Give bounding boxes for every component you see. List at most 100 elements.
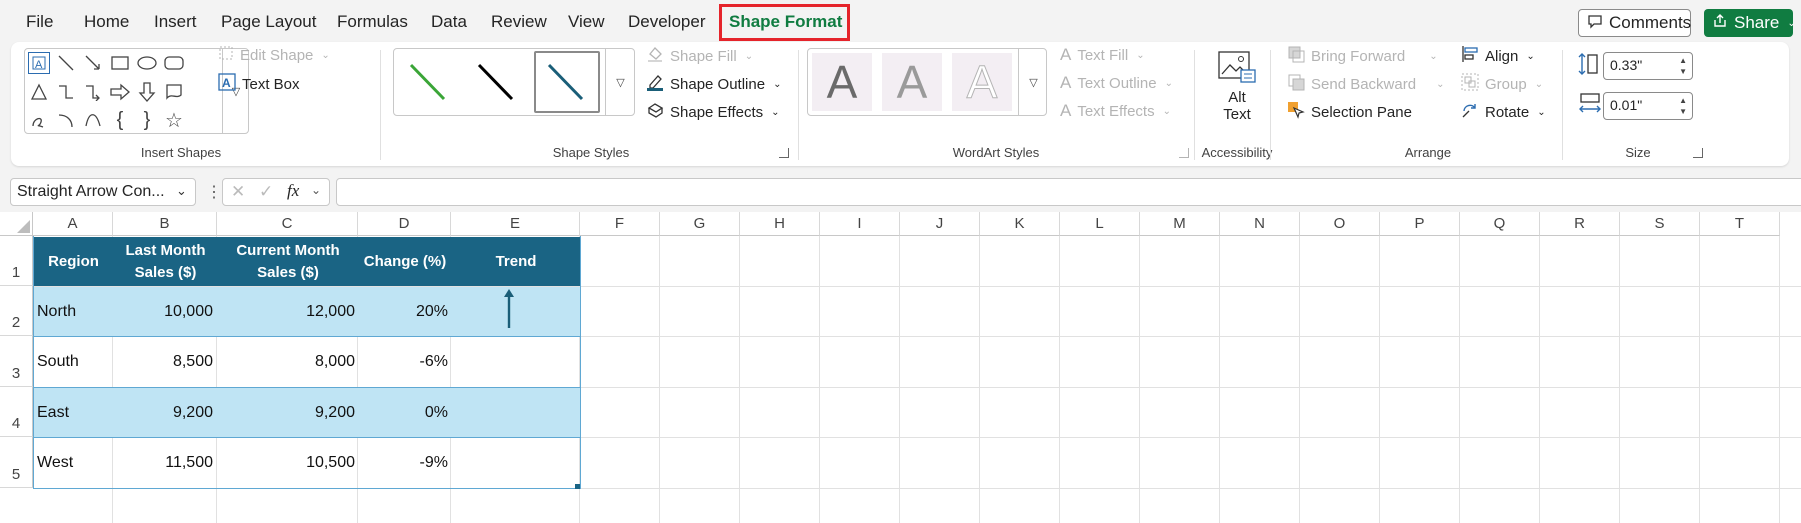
elbow-connector-icon[interactable] (55, 81, 77, 103)
shape-style-swatch[interactable] (464, 51, 530, 113)
cell-region[interactable]: North (37, 287, 76, 336)
wordart-styles-gallery[interactable]: A A A ▽ (807, 48, 1047, 116)
cell-current-month[interactable]: 12,000 (218, 287, 355, 336)
group-button[interactable]: Group ⌄ (1461, 73, 1543, 95)
wordart-style-swatch[interactable]: A (952, 53, 1012, 111)
cell-change[interactable]: -6% (359, 337, 448, 387)
wordart-style-swatch[interactable]: A (812, 53, 872, 111)
shape-style-swatch[interactable] (396, 51, 462, 113)
shapes-gallery[interactable]: A { } ☆ ▽ (24, 48, 249, 134)
shape-effects-button[interactable]: Shape Effects ⌄ (646, 101, 780, 123)
alt-text-button[interactable]: Alt Text (1209, 48, 1265, 134)
tab-view[interactable]: View (568, 12, 605, 32)
row-header-4[interactable]: 4 (0, 387, 33, 437)
cell-current-month[interactable]: 9,200 (218, 388, 355, 437)
column-header-n[interactable]: N (1220, 212, 1300, 236)
cell-change[interactable]: 0% (359, 388, 448, 437)
comments-button[interactable]: Comments (1578, 9, 1691, 37)
tab-page-layout[interactable]: Page Layout (221, 12, 316, 32)
right-brace-icon[interactable]: } (136, 109, 158, 131)
more-options-icon[interactable]: ⋮ (206, 182, 222, 202)
shape-styles-gallery[interactable]: ▽ (393, 48, 635, 116)
rounded-rectangle-shape-icon[interactable] (163, 52, 185, 74)
enter-check-icon[interactable]: ✓ (259, 182, 273, 202)
row-header-2[interactable]: 2 (0, 286, 33, 336)
wordart-dialog-launcher-icon[interactable] (1179, 148, 1189, 158)
row-header-5[interactable]: 5 (0, 437, 33, 488)
tab-file[interactable]: File (26, 12, 53, 32)
chevron-down-icon[interactable]: ⌄ (311, 183, 321, 197)
wordart-styles-more-button[interactable]: ▽ (1018, 48, 1048, 116)
arc-shape-icon[interactable] (55, 109, 77, 131)
elbow-arrow-connector-icon[interactable] (82, 81, 104, 103)
triangle-shape-icon[interactable] (28, 81, 50, 103)
cell-last-month[interactable]: 9,200 (114, 388, 213, 437)
cell-change[interactable]: -9% (359, 438, 448, 488)
name-box[interactable]: Straight Arrow Con... (10, 178, 196, 206)
column-header-d[interactable]: D (358, 212, 451, 236)
tab-formulas[interactable]: Formulas (337, 12, 408, 32)
column-header-r[interactable]: R (1540, 212, 1620, 236)
rectangle-shape-icon[interactable] (109, 52, 131, 74)
formula-input[interactable] (336, 178, 1801, 206)
send-backward-button[interactable]: Send Backward ⌄ (1287, 73, 1444, 95)
cell-current-month[interactable]: 10,500 (218, 438, 355, 488)
align-button[interactable]: Align ⌄ (1461, 45, 1535, 67)
row-header-1[interactable]: 1 (0, 236, 33, 286)
line-shape-icon[interactable] (55, 52, 77, 74)
row-header-3[interactable]: 3 (0, 336, 33, 387)
tab-insert[interactable]: Insert (154, 12, 197, 32)
insert-function-icon[interactable]: fx (287, 181, 299, 201)
cell-current-month[interactable]: 8,000 (218, 337, 355, 387)
spin-down-icon[interactable]: ▼ (1679, 107, 1687, 116)
size-dialog-launcher-icon[interactable] (1693, 148, 1703, 158)
column-header-f[interactable]: F (580, 212, 660, 236)
column-header-g[interactable]: G (660, 212, 740, 236)
tab-review[interactable]: Review (491, 12, 547, 32)
table-resize-handle[interactable] (575, 484, 580, 489)
spin-down-icon[interactable]: ▼ (1679, 67, 1687, 76)
cell-last-month[interactable]: 10,000 (114, 287, 213, 336)
spin-up-icon[interactable]: ▲ (1679, 96, 1687, 105)
column-header-s[interactable]: S (1620, 212, 1700, 236)
spin-up-icon[interactable]: ▲ (1679, 56, 1687, 65)
freeform-shape-icon[interactable] (28, 109, 50, 131)
down-arrow-shape-icon[interactable] (136, 81, 158, 103)
text-outline-button[interactable]: A Text Outline ⌄ (1060, 73, 1173, 93)
cell-last-month[interactable]: 8,500 (114, 337, 213, 387)
select-all-corner[interactable] (0, 212, 33, 236)
text-box-button[interactable]: A Text Box (218, 73, 300, 95)
cell-region[interactable]: South (37, 337, 79, 387)
column-header-o[interactable]: O (1300, 212, 1380, 236)
cell-region[interactable]: East (37, 388, 69, 437)
worksheet-grid[interactable]: ABCDEFGHIJKLMNOPQRST 12345 Region Last M… (0, 212, 1801, 523)
column-header-i[interactable]: I (820, 212, 900, 236)
column-header-a[interactable]: A (33, 212, 113, 236)
wordart-style-swatch[interactable]: A (882, 53, 942, 111)
arrow-shape-icon[interactable] (82, 52, 104, 74)
rotate-button[interactable]: Rotate ⌄ (1461, 101, 1546, 123)
shape-width-input[interactable]: 0.01" ▲ ▼ (1603, 92, 1693, 120)
bring-forward-button[interactable]: Bring Forward ⌄ (1287, 45, 1438, 67)
tab-developer[interactable]: Developer (628, 12, 706, 32)
column-header-p[interactable]: P (1380, 212, 1460, 236)
shape-styles-dialog-launcher-icon[interactable] (779, 148, 789, 158)
shape-fill-button[interactable]: Shape Fill ⌄ (646, 45, 753, 67)
shape-height-input[interactable]: 0.33" ▲ ▼ (1603, 52, 1693, 80)
flowchart-shape-icon[interactable] (163, 81, 185, 103)
tab-home[interactable]: Home (84, 12, 129, 32)
shape-outline-button[interactable]: Shape Outline ⌄ (646, 73, 781, 95)
text-effects-button[interactable]: A Text Effects ⌄ (1060, 101, 1171, 121)
left-brace-icon[interactable]: { (109, 109, 131, 131)
trend-up-arrow-icon[interactable] (501, 288, 517, 330)
oval-shape-icon[interactable] (136, 52, 158, 74)
shape-style-swatch-selected[interactable] (534, 51, 600, 113)
share-button[interactable]: Share ⌄ (1704, 9, 1796, 37)
star-shape-icon[interactable]: ☆ (163, 109, 185, 132)
column-header-k[interactable]: K (980, 212, 1060, 236)
shape-styles-more-button[interactable]: ▽ (605, 48, 635, 116)
edit-shape-button[interactable]: Edit Shape ⌄ (218, 45, 330, 65)
column-header-j[interactable]: J (900, 212, 980, 236)
cell-last-month[interactable]: 11,500 (114, 438, 213, 488)
column-header-q[interactable]: Q (1460, 212, 1540, 236)
